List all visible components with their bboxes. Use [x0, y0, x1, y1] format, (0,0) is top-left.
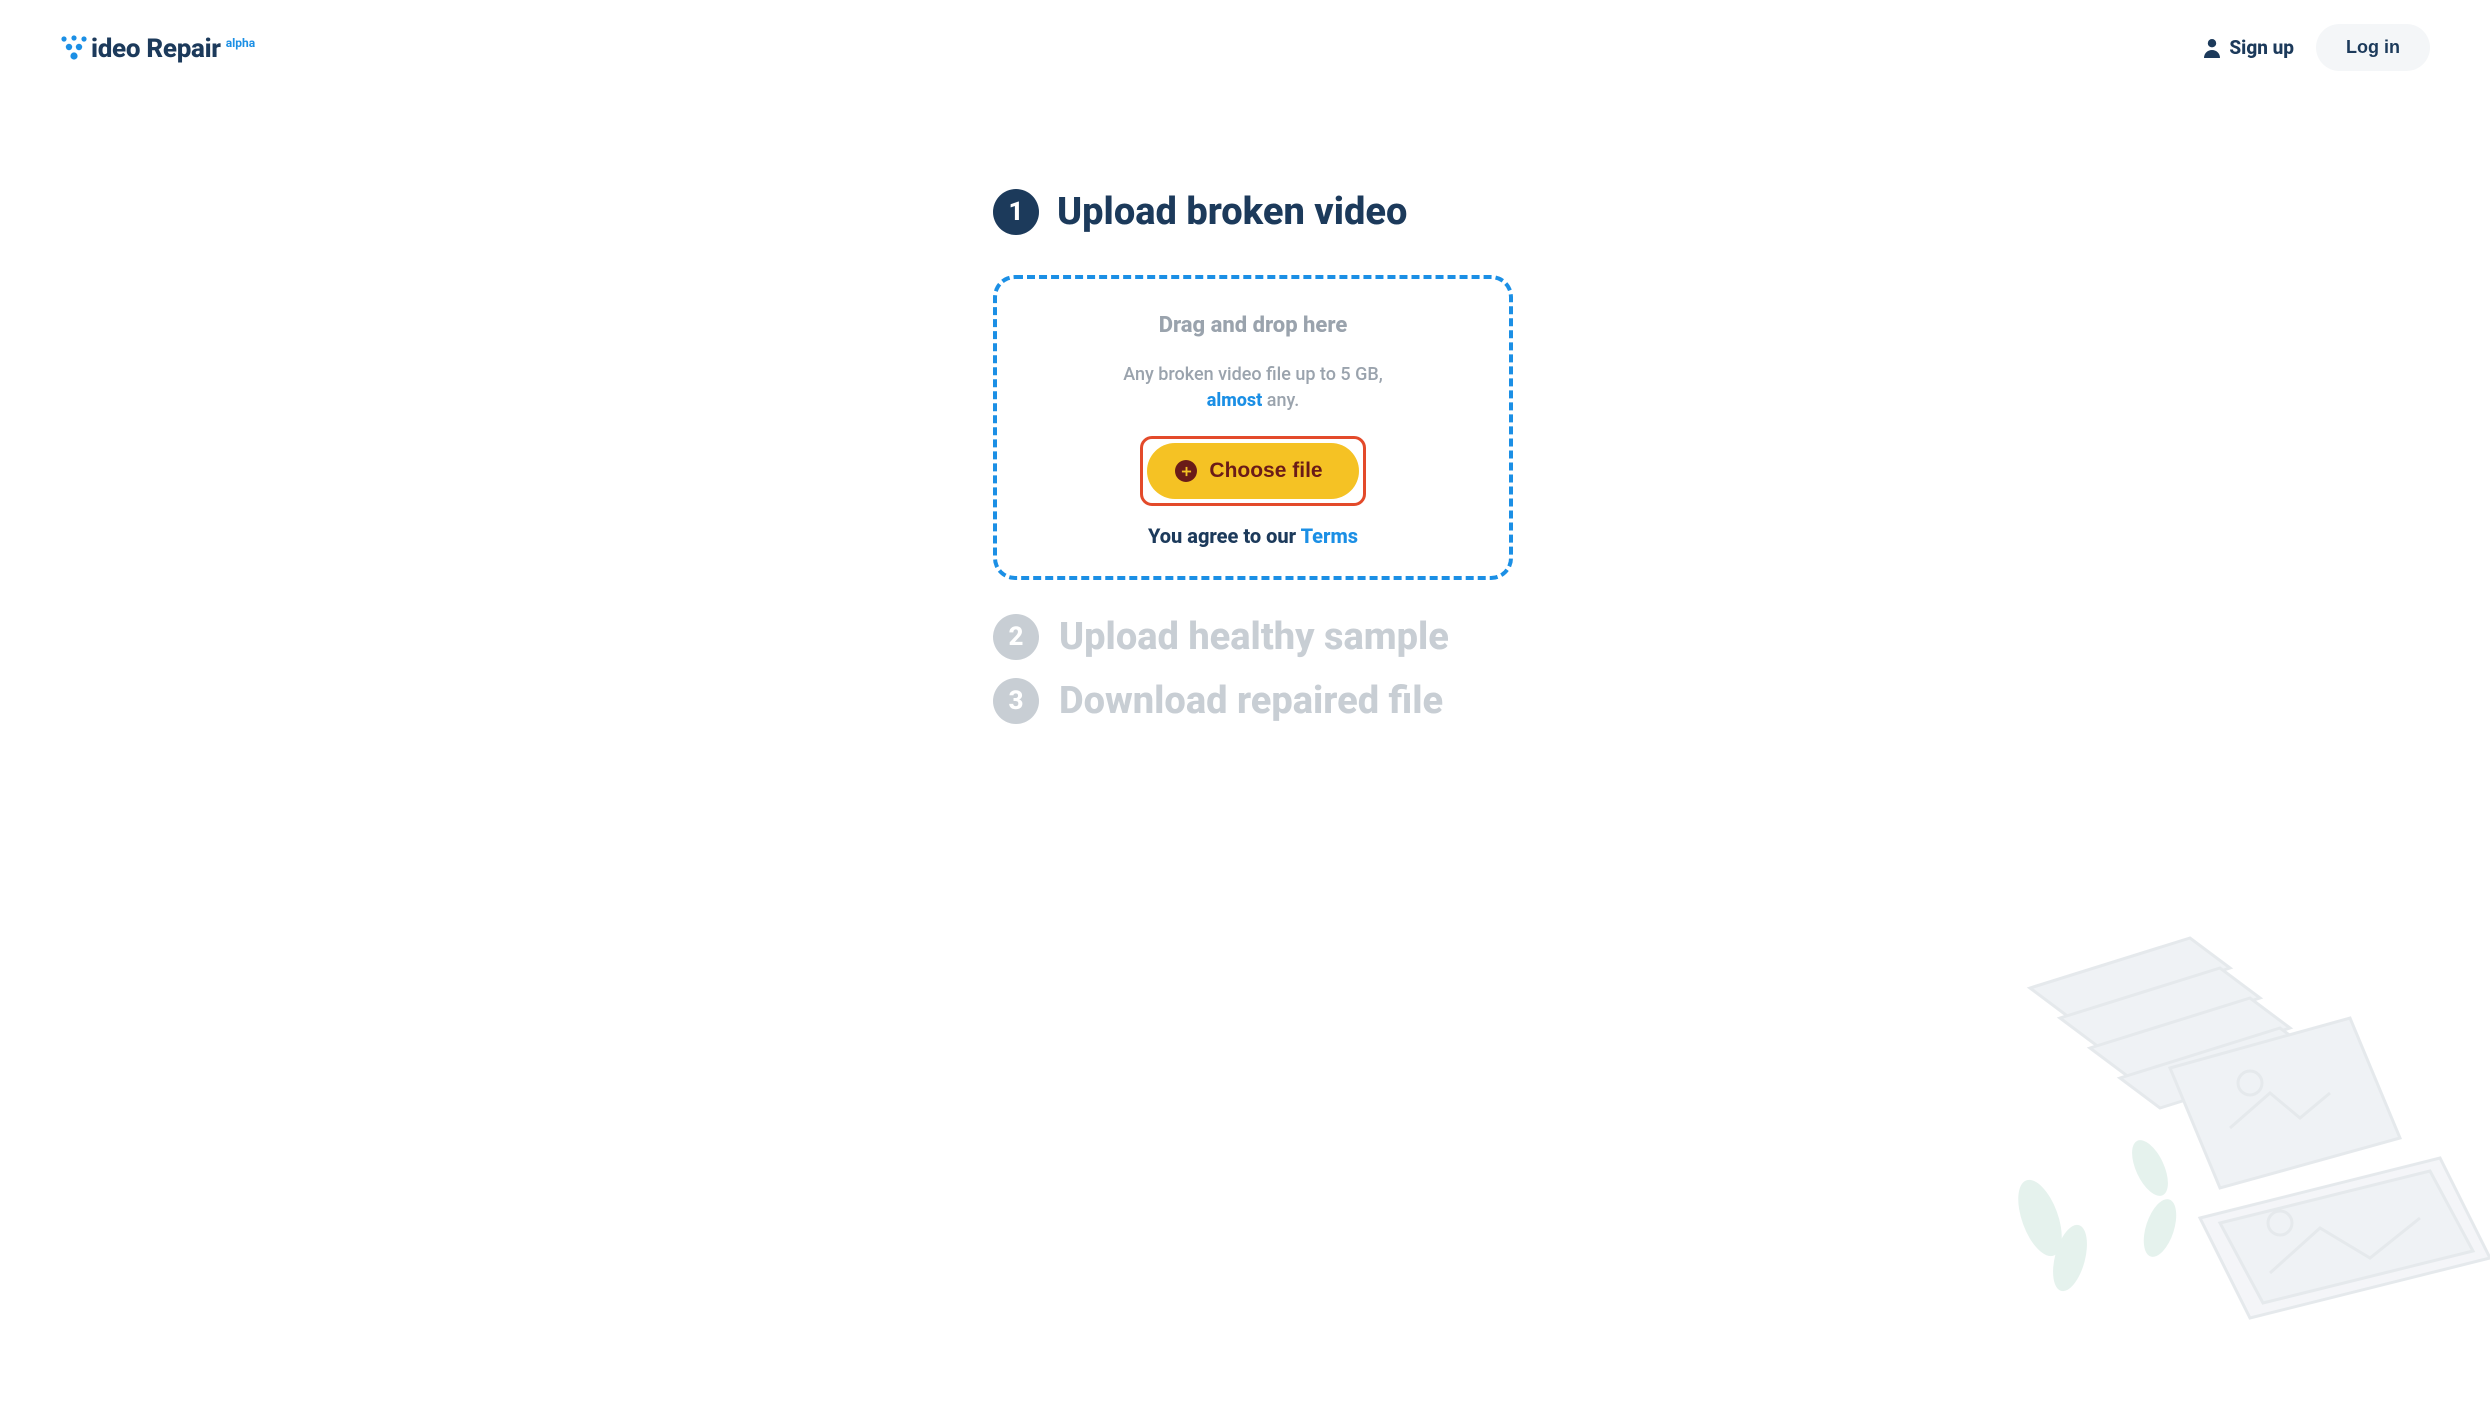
logo-text: ideo Repair	[91, 34, 221, 64]
signup-link[interactable]: Sign up	[2203, 36, 2294, 59]
main-content: 1 Upload broken video Drag and drop here…	[993, 189, 1513, 724]
choose-file-highlight: Choose file	[1140, 436, 1365, 506]
step3-title: Download repaired file	[1059, 679, 1443, 723]
terms-link[interactable]: Terms	[1301, 524, 1358, 548]
dropzone-sub-prefix: Any broken video file up to 5 GB,	[1123, 364, 1383, 385]
step3-badge: 3	[993, 678, 1039, 724]
step2-title: Upload healthy sample	[1059, 615, 1449, 659]
step2-heading: 2 Upload healthy sample	[993, 614, 1513, 660]
upload-dropzone[interactable]: Drag and drop here Any broken video file…	[993, 275, 1513, 580]
step1-title: Upload broken video	[1057, 190, 1407, 234]
choose-file-button[interactable]: Choose file	[1147, 443, 1358, 499]
header: ideo Repair alpha Sign up Log in	[0, 0, 2490, 71]
dropzone-subtitle: Any broken video file up to 5 GB, almost…	[1025, 362, 1481, 414]
step2-badge: 2	[993, 614, 1039, 660]
logo[interactable]: ideo Repair alpha	[60, 31, 255, 64]
step1-heading: 1 Upload broken video	[993, 189, 1513, 235]
signup-label: Sign up	[2229, 36, 2294, 59]
dropzone-title: Drag and drop here	[1025, 313, 1481, 338]
logo-dots-icon	[60, 35, 88, 61]
login-button[interactable]: Log in	[2316, 24, 2430, 71]
logo-alpha-badge: alpha	[226, 36, 256, 50]
step1-badge: 1	[993, 189, 1039, 235]
dropzone-sub-suffix: any.	[1262, 390, 1299, 411]
dropzone-almost-link[interactable]: almost	[1207, 390, 1263, 411]
choose-file-label: Choose file	[1209, 459, 1322, 483]
header-actions: Sign up Log in	[2203, 24, 2430, 71]
user-icon	[2203, 38, 2221, 58]
plus-icon	[1175, 460, 1197, 482]
agree-line: You agree to our Terms	[1025, 524, 1481, 548]
decorative-illustration	[1970, 918, 2490, 1398]
agree-prefix: You agree to our	[1148, 524, 1301, 548]
step3-heading: 3 Download repaired file	[993, 678, 1513, 724]
